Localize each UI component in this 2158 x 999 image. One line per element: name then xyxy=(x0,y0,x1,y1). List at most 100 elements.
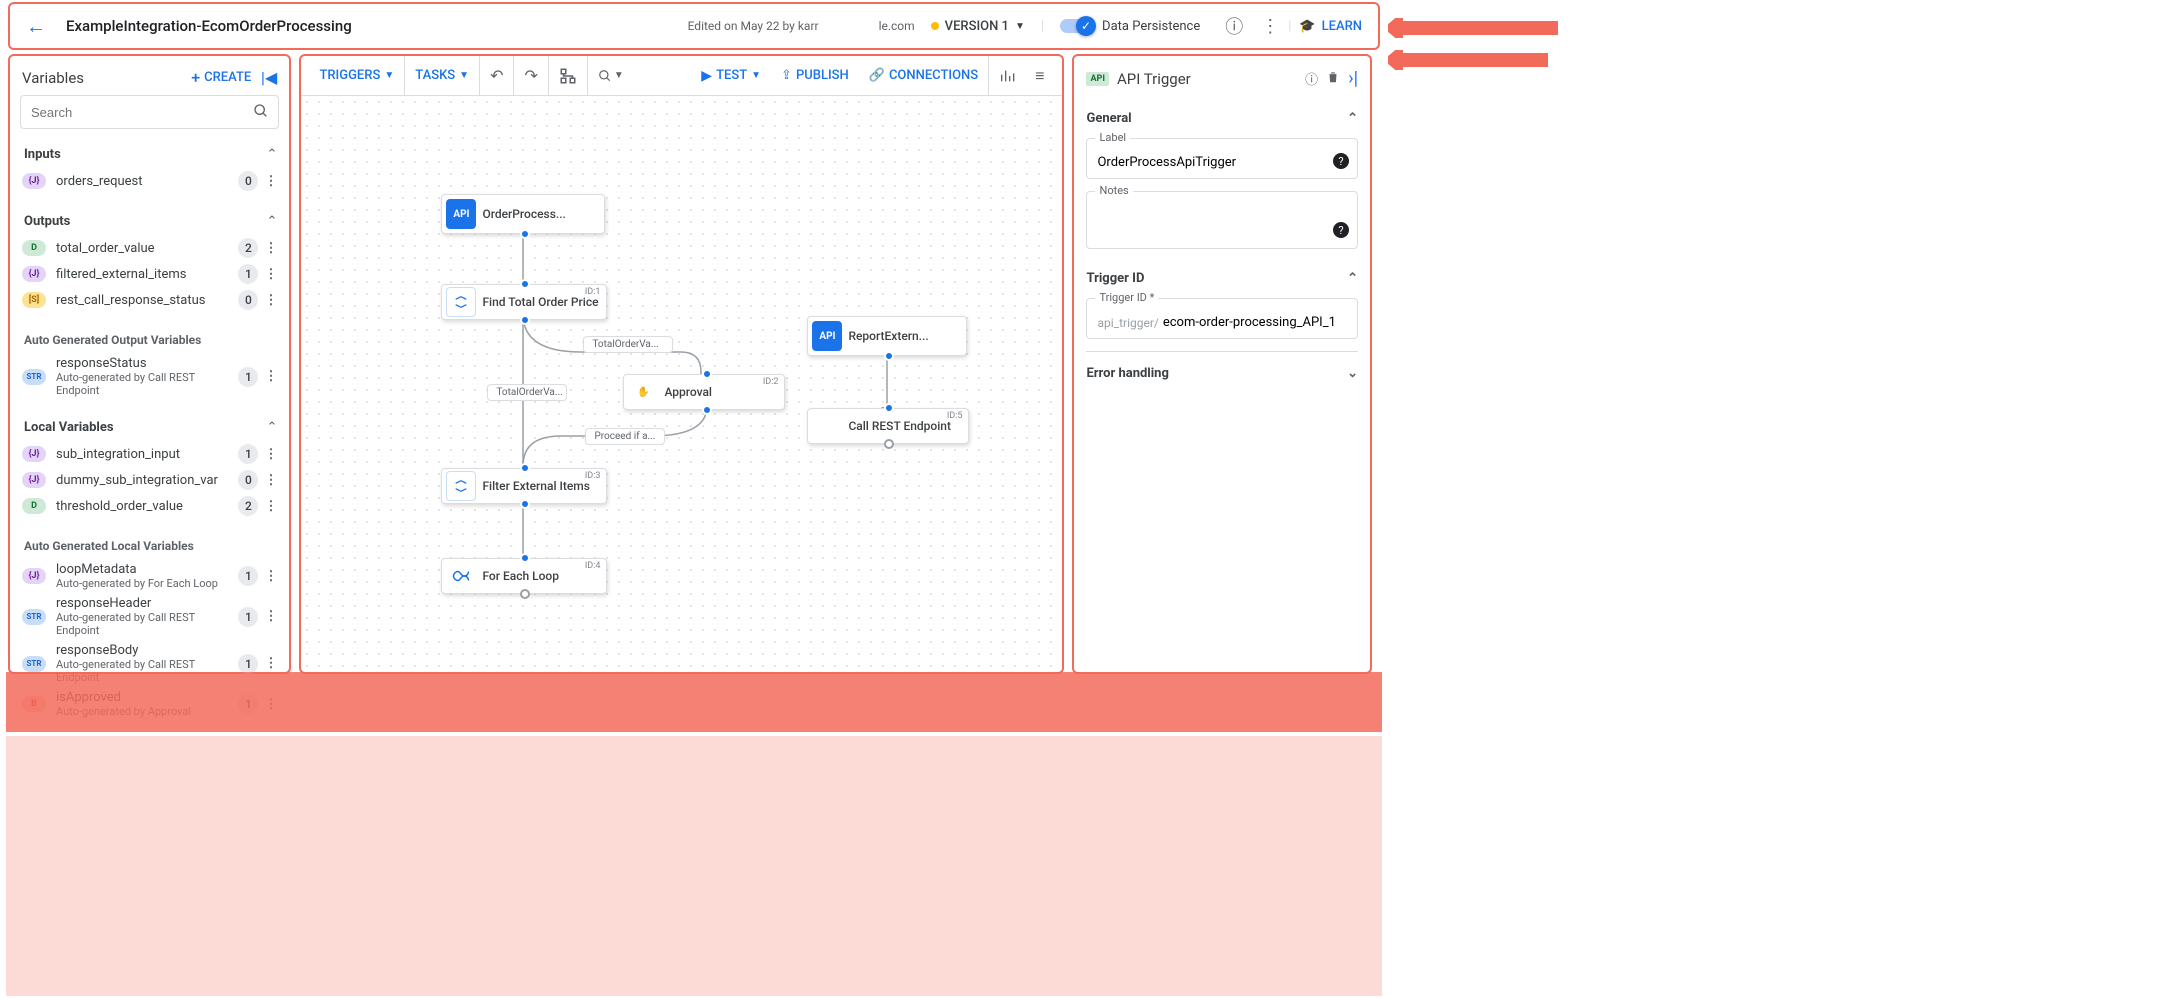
variable-row[interactable]: Dthreshold_order_value2⋮ xyxy=(18,493,281,519)
node-label: Call REST Endpoint xyxy=(846,419,961,433)
node-find-total[interactable]: Find Total Order Price ID:1 xyxy=(441,284,607,320)
usage-count: 0 xyxy=(238,470,258,490)
row-overflow-icon[interactable]: ⋮ xyxy=(264,267,277,282)
tasks-menu[interactable]: TASKS▼ xyxy=(405,56,480,96)
variable-name: total_order_value xyxy=(56,241,238,256)
variable-name: loopMetadata xyxy=(56,562,238,577)
logs-icon[interactable]: ≡ xyxy=(1025,56,1054,96)
row-overflow-icon[interactable]: ⋮ xyxy=(264,293,277,308)
variable-name: responseHeader xyxy=(56,596,238,611)
variable-row[interactable]: {J} sub_integration_input1 ⋮ xyxy=(18,441,281,467)
variable-name: rest_call_response_status xyxy=(56,293,238,308)
redo-icon[interactable]: ↷ xyxy=(514,56,548,96)
variable-row[interactable]: {J}loopMetadataAuto-generated by For Eac… xyxy=(18,559,281,593)
delete-icon[interactable] xyxy=(1326,70,1340,88)
usage-count: 2 xyxy=(238,238,258,258)
variable-row[interactable]: [S]rest_call_response_status0⋮ xyxy=(18,287,281,313)
type-badge: {J} xyxy=(22,266,46,282)
notes-field[interactable]: Notes ? xyxy=(1086,191,1358,249)
create-variable-button[interactable]: +CREATE xyxy=(191,68,251,87)
field-help-icon[interactable]: ? xyxy=(1333,222,1349,238)
variable-row[interactable]: Dtotal_order_value2⋮ xyxy=(18,235,281,261)
api-icon: API xyxy=(446,199,476,229)
help-icon[interactable]: ⓘ xyxy=(1305,69,1318,88)
variable-row[interactable]: STRresponseStatusAuto-generated by Call … xyxy=(18,353,281,400)
edge-label-1[interactable]: TotalOrderVa... xyxy=(583,336,673,353)
search-input[interactable] xyxy=(20,95,279,129)
triggerid-section[interactable]: Trigger ID⌃ xyxy=(1086,261,1358,286)
triggerid-field[interactable]: Trigger ID * api_trigger/ xyxy=(1086,298,1358,339)
connections-button[interactable]: 🔗CONNECTIONS xyxy=(859,56,989,96)
node-label: Filter External Items xyxy=(480,479,600,493)
field-help-icon[interactable]: ? xyxy=(1333,153,1349,169)
variable-row[interactable]: {J}filtered_external_items1⋮ xyxy=(18,261,281,287)
learn-button[interactable]: 🎓 LEARN xyxy=(1299,19,1362,34)
outputs-section-head[interactable]: Outputs⌃ xyxy=(10,204,289,235)
row-overflow-icon[interactable]: ⋮ xyxy=(264,499,277,514)
info-icon[interactable]: ⓘ xyxy=(1216,13,1252,39)
row-overflow-icon[interactable]: ⋮ xyxy=(264,569,277,584)
node-id: ID:2 xyxy=(763,377,779,387)
overflow-menu-icon[interactable]: ⋮ xyxy=(1252,16,1288,37)
variable-row[interactable]: {J}dummy_sub_integration_var0⋮ xyxy=(18,467,281,493)
version-status-dot xyxy=(931,22,939,30)
back-arrow-icon[interactable]: ← xyxy=(26,14,46,39)
row-overflow-icon[interactable]: ⋮ xyxy=(264,174,277,189)
undo-icon[interactable]: ↶ xyxy=(480,56,514,96)
row-overflow-icon[interactable]: ⋮ xyxy=(264,473,277,488)
triggers-menu[interactable]: TRIGGERS▼ xyxy=(309,56,405,96)
variable-name: sub_integration_input xyxy=(56,447,238,462)
row-overflow-icon[interactable]: ⋮ xyxy=(264,447,277,462)
row-overflow-icon[interactable]: ⋮ xyxy=(264,656,277,671)
zoom-menu[interactable]: ▼ xyxy=(588,56,634,96)
inputs-section-head[interactable]: Inputs⌃ xyxy=(10,137,289,168)
error-label: Error handling xyxy=(1086,366,1168,381)
approval-icon: ✋ xyxy=(628,377,658,407)
triggerid-input[interactable] xyxy=(1163,315,1347,330)
top-bar: ← ExampleIntegration-EcomOrderProcessing… xyxy=(8,2,1380,50)
node-label: Find Total Order Price xyxy=(480,295,608,309)
general-section[interactable]: General⌃ xyxy=(1086,101,1358,126)
node-rest[interactable]: REST Call REST Endpoint ID:5 xyxy=(807,408,969,444)
row-overflow-icon[interactable]: ⋮ xyxy=(264,369,277,384)
notes-input[interactable] xyxy=(1097,208,1327,238)
node-id: ID:5 xyxy=(947,411,963,421)
canvas[interactable]: API OrderProcess... Find Total Order Pri… xyxy=(301,96,1062,672)
error-section[interactable]: Error handling⌄ xyxy=(1086,351,1358,381)
local-section-head[interactable]: Local Variables⌃ xyxy=(10,410,289,441)
edge-label-2[interactable]: TotalOrderVa... xyxy=(487,384,567,401)
edge-label-3[interactable]: Proceed if a... xyxy=(585,428,665,445)
node-report-extern[interactable]: API ReportExtern... xyxy=(807,316,967,356)
label-field[interactable]: Label ? xyxy=(1086,138,1358,179)
publish-button[interactable]: ⇪PUBLISH xyxy=(771,56,859,96)
node-foreach[interactable]: For Each Loop ID:4 xyxy=(441,558,607,594)
type-badge: {J} xyxy=(22,446,46,462)
usage-count: 1 xyxy=(238,654,258,674)
version-label: VERSION 1 xyxy=(945,19,1009,34)
data-persistence-toggle[interactable]: ✓ Data Persistence xyxy=(1060,19,1200,34)
details-panel: API API Trigger ⓘ ›| General⌃ Label ? No… xyxy=(1072,54,1372,674)
layout-icon[interactable] xyxy=(549,56,588,96)
variable-row[interactable]: {J}orders_request0⋮ xyxy=(18,168,281,194)
label-input[interactable] xyxy=(1097,155,1327,170)
node-label: For Each Loop xyxy=(480,569,569,583)
analytics-icon[interactable] xyxy=(989,56,1025,96)
version-selector[interactable]: VERSION 1 ▼ xyxy=(931,19,1025,34)
node-api-trigger[interactable]: API OrderProcess... xyxy=(441,194,605,234)
row-overflow-icon[interactable]: ⋮ xyxy=(264,609,277,624)
node-filter-items[interactable]: Filter External Items ID:3 xyxy=(441,468,607,504)
close-panel-icon[interactable]: ›| xyxy=(1348,68,1358,89)
usage-count: 0 xyxy=(238,290,258,310)
variable-subtext: Auto-generated by For Each Loop xyxy=(56,577,238,590)
canvas-panel: TRIGGERS▼ TASKS▼ ↶ ↷ ▼ ▶TEST▼ ⇪PUBLISH 🔗… xyxy=(299,54,1064,674)
field-label: Trigger ID * xyxy=(1095,291,1158,304)
variables-search[interactable] xyxy=(20,95,279,129)
usage-count: 1 xyxy=(238,566,258,586)
row-overflow-icon[interactable]: ⋮ xyxy=(264,241,277,256)
usage-count: 1 xyxy=(238,444,258,464)
variable-row[interactable]: STRresponseHeaderAuto-generated by Call … xyxy=(18,593,281,640)
type-badge: STR xyxy=(22,656,46,672)
node-approval[interactable]: ✋ Approval ID:2 xyxy=(623,374,785,410)
collapse-panel-icon[interactable]: ▶| xyxy=(261,68,277,87)
test-button[interactable]: ▶TEST▼ xyxy=(691,56,771,96)
